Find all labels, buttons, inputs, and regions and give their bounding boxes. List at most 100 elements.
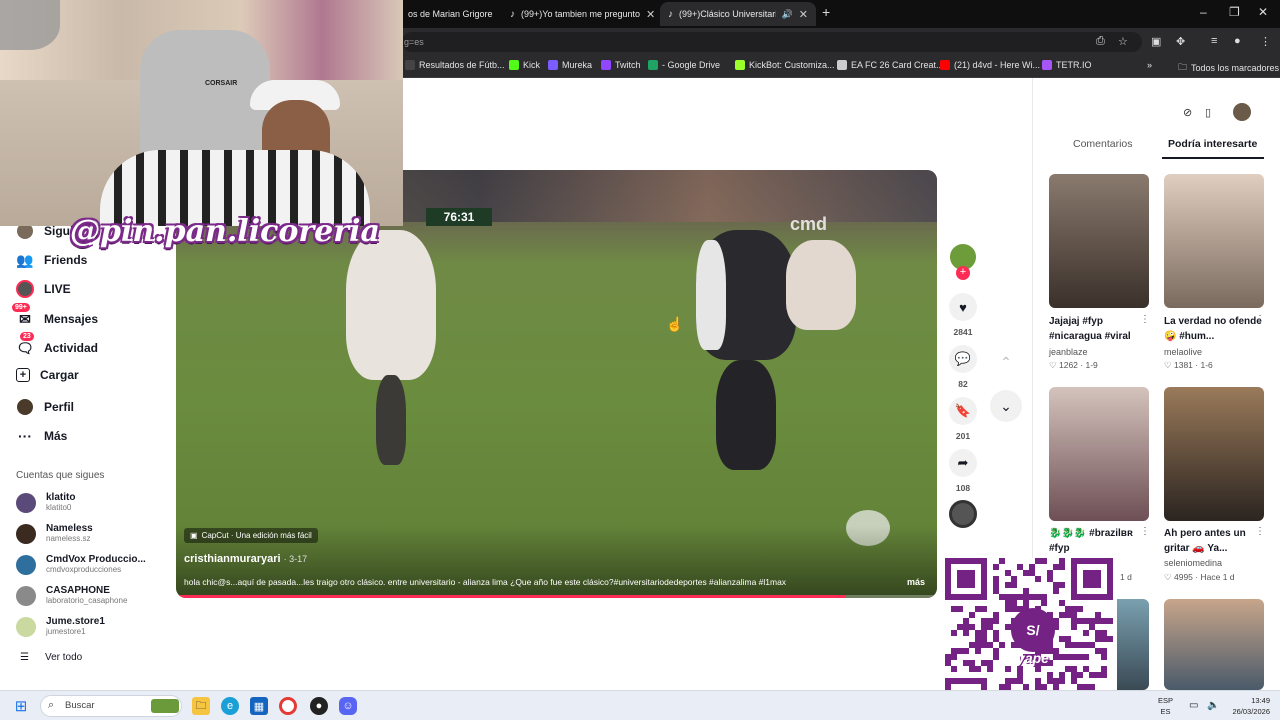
more-button[interactable]: más	[907, 577, 925, 587]
follow-plus-icon[interactable]: +	[956, 266, 970, 280]
clock[interactable]: 13:49 26/03/2026	[1226, 695, 1270, 717]
followed-account[interactable]: CmdVox Produccio... cmdvoxproducciones	[16, 554, 146, 575]
sidebar-item-live[interactable]: LIVE	[16, 280, 71, 298]
video-card-user[interactable]: melaolive	[1164, 347, 1202, 357]
sidebar-item-activity[interactable]: 🗨 23 Actividad	[16, 332, 98, 357]
sidebar-item-friends[interactable]: 👥 Friends	[16, 251, 87, 269]
video-card-user[interactable]: jeanblaze	[1049, 347, 1088, 357]
video-card-thumbnail[interactable]	[1164, 599, 1264, 690]
qr-module	[1083, 630, 1089, 636]
card-menu-icon[interactable]: ⋮	[1255, 526, 1265, 537]
close-tab-icon[interactable]: ✕	[499, 8, 500, 21]
card-menu-icon[interactable]: ⋮	[1140, 314, 1150, 325]
card-menu-icon[interactable]: ⋮	[1255, 314, 1265, 325]
bookmark-item[interactable]: EA FC 26 Card Creat...	[837, 60, 944, 70]
sidebar-item-upload[interactable]: + Cargar	[16, 368, 79, 382]
video-author[interactable]: cristhianmuraryari · 3-17	[184, 553, 307, 565]
see-all-link[interactable]: ☰ Ver todo	[20, 652, 82, 663]
tab-comments[interactable]: Comentarios	[1073, 138, 1133, 150]
google-drive-icon	[648, 60, 658, 70]
speaker-icon[interactable]: 🔈	[1207, 700, 1219, 711]
capcut-label: CapCut · Una edición más fácil	[201, 531, 312, 540]
obs-icon[interactable]: ●	[310, 697, 328, 715]
edge-icon[interactable]: e	[221, 697, 239, 715]
bookmarks-overflow-button[interactable]: »	[1147, 60, 1152, 70]
video-card-thumbnail[interactable]	[1164, 174, 1264, 308]
video-card-title[interactable]: La verdad no ofende 🤪 #hum...	[1164, 314, 1264, 344]
share-button[interactable]: ➦	[949, 449, 977, 477]
close-window-button[interactable]: ✕	[1258, 5, 1268, 19]
qr-module	[1005, 594, 1011, 600]
address-input[interactable]: g=es	[402, 32, 1142, 52]
install-icon[interactable]: ⎙	[1096, 35, 1105, 48]
speaker-icon[interactable]: 🔊	[782, 9, 793, 20]
capcut-tag[interactable]: ▣ CapCut · Una edición más fácil	[184, 528, 318, 543]
qr-module	[1071, 642, 1077, 648]
video-card-thumbnail[interactable]	[1049, 174, 1149, 308]
profile-avatar-icon[interactable]: ●	[1234, 35, 1241, 47]
puzzle-icon[interactable]: ✥	[1176, 35, 1185, 48]
bookmark-label: - Google Drive	[662, 60, 721, 70]
bookmark-item[interactable]: Mureka	[548, 60, 592, 70]
qr-module	[993, 618, 999, 624]
new-tab-button[interactable]: +	[822, 4, 830, 20]
menu-icon[interactable]: ⋮	[1260, 35, 1271, 48]
video-card-user[interactable]: seleniomedina	[1164, 558, 1222, 568]
video-card-thumbnail[interactable]	[1164, 387, 1264, 521]
followed-account[interactable]: klatito klatito0	[16, 492, 75, 513]
user-avatar[interactable]	[1233, 103, 1251, 121]
bookmark-item[interactable]: Resultados de Fútb...	[405, 60, 505, 70]
sidebar-item-more[interactable]: ··· Más	[16, 427, 67, 445]
video-card-title[interactable]: 🐉🐉🐉 #brazilʙʀ #fyp	[1049, 526, 1149, 556]
tab-suggested[interactable]: Podría interesarte	[1168, 138, 1257, 150]
compass-icon[interactable]: ⊘	[1183, 106, 1192, 119]
close-tab-icon[interactable]: ✕	[799, 8, 808, 21]
sidebar-item-messages[interactable]: ✉ 99+ Mensajes	[12, 303, 98, 328]
minimize-button[interactable]: –	[1200, 5, 1207, 19]
file-explorer-icon[interactable]: 🗀	[192, 697, 210, 715]
like-button[interactable]: ♥	[949, 293, 977, 321]
video-progress[interactable]	[176, 595, 937, 598]
extension-icon[interactable]: ▣	[1151, 35, 1161, 48]
followed-account[interactable]: Jume.store1 jumestore1	[16, 616, 105, 637]
followed-account[interactable]: CASAPHONE laboratorio_casaphone	[16, 585, 127, 606]
previous-video-button[interactable]: ⌃	[990, 346, 1022, 378]
browser-tab[interactable]: ♪ (99+)Yo tambien me pregunto ✕	[502, 2, 658, 26]
maximize-button[interactable]: ❐	[1229, 5, 1240, 19]
bookmark-item[interactable]: TETR.IO	[1042, 60, 1092, 70]
next-video-button[interactable]: ⌄	[990, 390, 1022, 422]
media-icon[interactable]: ≡	[1211, 35, 1217, 47]
save-button[interactable]: 🔖	[949, 397, 977, 425]
bookmark-item[interactable]: KickBot: Customiza...	[735, 60, 835, 70]
bookmark-item[interactable]: Twitch	[601, 60, 641, 70]
video-card-thumbnail[interactable]	[1049, 387, 1149, 521]
language-indicator[interactable]: ESP ES	[1158, 695, 1173, 717]
bookmark-item[interactable]: Kick	[509, 60, 540, 70]
qr-module	[1023, 600, 1029, 606]
video-card-title[interactable]: Ah pero antes un gritar 🚗 Ya...	[1164, 526, 1264, 556]
comment-button[interactable]: 💬	[949, 345, 977, 373]
music-disc-icon[interactable]	[949, 500, 977, 528]
store-icon[interactable]: ▦	[250, 697, 268, 715]
star-icon[interactable]: ☆	[1118, 35, 1128, 48]
followed-account[interactable]: Nameless nameless.sz	[16, 523, 93, 544]
card-menu-icon[interactable]: ⋮	[1140, 526, 1150, 537]
wifi-icon[interactable]: ▭	[1189, 700, 1198, 711]
chrome-icon[interactable]	[279, 697, 297, 715]
windows-start-icon[interactable]: ⊞	[12, 697, 30, 715]
qr-finder	[1083, 570, 1101, 588]
bookmark-item[interactable]: - Google Drive	[648, 60, 720, 70]
avatar	[16, 616, 36, 637]
bookmark-item[interactable]: (21) d4vd - Here Wi...	[940, 60, 1040, 70]
all-bookmarks-button[interactable]: 🗀 Todos los marcadores	[1178, 60, 1279, 76]
qr-module	[993, 654, 999, 660]
browser-tab-active[interactable]: ♪ (99+)Clásico Universitario 🔊 ✕	[660, 2, 816, 26]
close-tab-icon[interactable]: ✕	[646, 8, 655, 21]
browser-tab[interactable]: os de Marian Grigore ✕	[400, 2, 500, 26]
discord-icon[interactable]: ☺	[339, 697, 357, 715]
video-card-title[interactable]: Jajajaj #fyp #nicaragua #viral	[1049, 314, 1149, 344]
player-figure	[376, 375, 406, 465]
sidebar-item-profile[interactable]: Perfil	[16, 398, 74, 416]
qr-module	[1101, 672, 1107, 678]
phone-icon[interactable]: ▯	[1205, 106, 1211, 119]
